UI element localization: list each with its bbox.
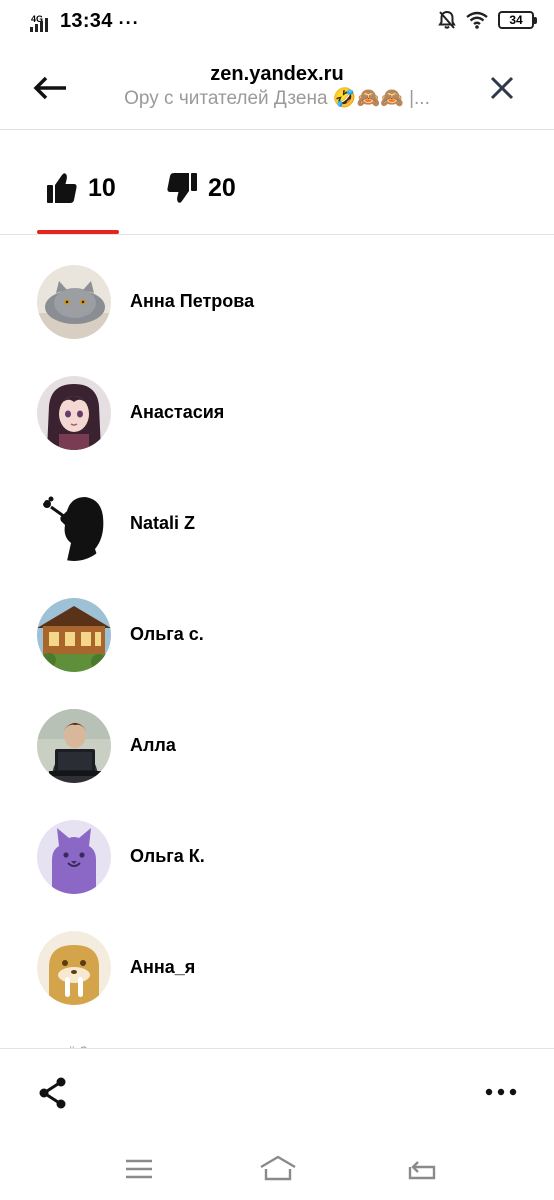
thumbs-down-icon — [167, 173, 197, 203]
list-item[interactable]: Natali Z — [0, 468, 554, 579]
avatar — [37, 486, 111, 561]
menu-icon — [126, 1159, 152, 1179]
avatar — [37, 597, 111, 672]
header: zen.yandex.ru Ору с читателей Дзена 🤣🙈🙈 … — [0, 44, 554, 130]
user-name: Ольга с. — [130, 624, 204, 644]
battery-icon: 34 — [498, 11, 537, 29]
user-name: Natali Z — [130, 513, 196, 533]
user-name: Анастасия — [130, 402, 225, 422]
tab-dislikes[interactable]: 20 — [166, 168, 236, 208]
list-item[interactable]: Анна_я — [0, 912, 554, 1023]
user-name: Алла — [130, 735, 176, 755]
status-bar: 4G 13:34 ··· 34 — [0, 0, 554, 44]
back-button[interactable] — [30, 70, 70, 106]
more-dots-icon — [485, 1088, 517, 1096]
more-button[interactable] — [484, 1080, 518, 1104]
list-item[interactable]: Ольга с. — [0, 579, 554, 690]
avatar — [37, 819, 111, 894]
share-icon — [39, 1077, 66, 1109]
list-item[interactable]: Алла — [0, 690, 554, 801]
close-icon — [490, 76, 514, 100]
menu-button[interactable] — [122, 1154, 158, 1184]
list-item[interactable]: Анастасия — [0, 357, 554, 468]
user-name: Ольга К. — [130, 846, 205, 866]
wifi-icon — [466, 11, 488, 29]
clock: 13:34 — [60, 10, 113, 32]
page-subtitle: Ору с читателей Дзена 🤣🙈🙈 |... — [124, 88, 430, 109]
tab-indicator — [37, 230, 119, 234]
reaction-tabs: 10 20 — [0, 130, 554, 235]
system-back-button[interactable] — [404, 1154, 440, 1184]
dislikes-count: 20 — [208, 173, 236, 202]
list-item[interactable]: Анна Петрова — [0, 246, 554, 357]
close-button[interactable] — [484, 70, 520, 106]
user-name: Анна Петрова — [130, 291, 255, 311]
avatar — [37, 375, 111, 450]
arrow-left-icon — [33, 76, 66, 100]
likes-count: 10 — [88, 173, 116, 202]
share-button[interactable] — [36, 1076, 70, 1110]
user-name: Анна_я — [130, 957, 196, 977]
back-icon — [408, 1161, 436, 1180]
home-icon — [260, 1155, 296, 1181]
system-nav-bar — [0, 1140, 554, 1200]
tab-likes[interactable]: 10 — [46, 168, 116, 208]
list-item[interactable]: Ольга К. — [0, 801, 554, 912]
home-button[interactable] — [258, 1154, 296, 1184]
signal-icon: 4G — [30, 12, 54, 34]
avatar — [37, 708, 111, 783]
avatar — [37, 264, 111, 339]
overflow-notifications: ··· — [118, 13, 140, 33]
avatar — [37, 930, 111, 1005]
thumbs-up-icon — [47, 173, 77, 203]
page-title: zen.yandex.ru — [210, 63, 344, 85]
mute-alarm-icon — [438, 10, 456, 29]
more-users-link[interactable]: и ещё 3 пользователя — [37, 1040, 180, 1048]
divider — [0, 1048, 554, 1049]
battery-level: 34 — [509, 13, 523, 27]
